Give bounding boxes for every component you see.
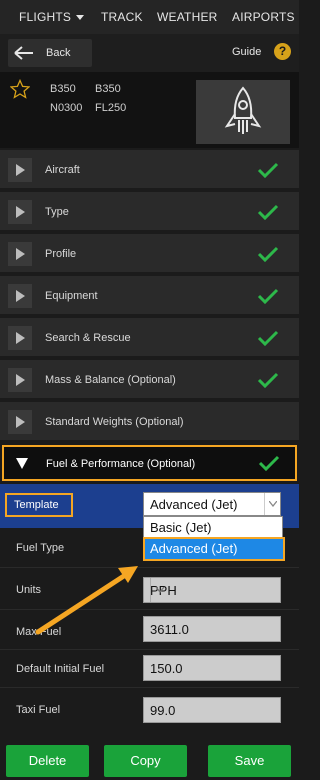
cruise-speed: N0300 [50,102,83,114]
check-icon [257,246,279,265]
units-select[interactable]: PPH [143,577,281,603]
nav-flights-label: FLIGHTS [19,10,72,24]
units-label: Units [16,584,42,596]
flight-summary: B350 B350 N0300 FL250 [0,72,299,148]
max-fuel-label: Max Fuel [16,626,62,638]
section-label: Search & Rescue [45,332,131,344]
expand-icon [8,242,32,266]
divider [0,609,299,610]
check-icon [257,330,279,349]
nav-flights[interactable]: FLIGHTS [19,10,85,24]
back-button[interactable]: Back [8,39,92,67]
section-label: Mass & Balance (Optional) [45,374,176,386]
divider [0,687,299,688]
action-bar: Delete Copy Save [0,742,299,780]
section-label: Profile [45,248,77,260]
caret-down-icon [76,15,85,21]
taxi-fuel-value: 99.0 [150,703,176,718]
guide-label[interactable]: Guide [232,46,261,58]
back-bar: Back Guide ? [0,34,299,72]
save-button[interactable]: Save [208,745,291,777]
expand-icon [8,410,32,434]
section-aircraft[interactable]: Aircraft [0,150,299,190]
help-icon[interactable]: ? [274,43,291,60]
star-icon[interactable] [9,78,31,102]
template-option-basic[interactable]: Basic (Jet) [150,520,211,535]
top-navigation: FLIGHTS TRACK WEATHER AIRPORTS [0,0,299,34]
default-initial-fuel-input[interactable]: 150.0 [143,655,281,681]
expand-icon [8,284,32,308]
section-type[interactable]: Type [0,192,299,232]
taxi-fuel-input[interactable]: 99.0 [143,697,281,723]
nav-weather[interactable]: WEATHER [157,10,218,24]
nav-airports[interactable]: AIRPORTS [232,10,295,24]
section-label: Type [45,206,69,218]
expand-icon [8,368,32,392]
arrow-left-icon [14,46,34,60]
delete-button[interactable]: Delete [6,745,89,777]
default-initial-fuel-label: Default Initial Fuel [16,663,105,675]
template-selected-value: Advanced (Jet) [150,497,238,512]
collapse-icon [16,458,28,472]
template-option-advanced[interactable]: Advanced (Jet) [143,537,285,561]
chevron-down-icon [264,493,280,515]
section-standard-weights[interactable]: Standard Weights (Optional) [0,402,299,442]
section-fuel-performance[interactable]: Fuel & Performance (Optional) [2,445,297,481]
template-option-advanced-label: Advanced (Jet) [150,541,238,556]
back-label: Back [46,47,71,59]
check-icon [257,204,279,223]
aircraft-type-icao: B350 [95,83,121,95]
section-label: Aircraft [45,164,80,176]
flight-level: FL250 [95,102,127,114]
section-label: Equipment [45,290,98,302]
taxi-fuel-label: Taxi Fuel [16,704,61,716]
aircraft-type: B350 [50,83,76,95]
max-fuel-input[interactable]: 3611.0 [143,616,281,642]
check-icon [257,372,279,391]
copy-button[interactable]: Copy [104,745,187,777]
check-icon [257,288,279,307]
section-profile[interactable]: Profile [0,234,299,274]
check-icon [258,455,280,474]
template-label-highlight: Template [5,493,73,517]
fuel-type-label: Fuel Type [16,542,65,554]
max-fuel-value: 3611.0 [150,622,189,637]
divider [0,567,299,568]
section-equipment[interactable]: Equipment [0,276,299,316]
section-mass-balance[interactable]: Mass & Balance (Optional) [0,360,299,400]
expand-icon [8,326,32,350]
section-label: Standard Weights (Optional) [45,416,184,428]
nav-track[interactable]: TRACK [101,10,143,24]
divider [0,649,299,650]
template-select[interactable]: Advanced (Jet) [143,492,281,516]
template-label: Template [14,499,59,511]
expand-icon [8,200,32,224]
default-initial-fuel-value: 150.0 [150,661,183,676]
chevron-down-icon [150,578,168,602]
aircraft-logo [196,80,290,144]
check-icon [257,162,279,181]
section-search-rescue[interactable]: Search & Rescue [0,318,299,358]
expand-icon [8,158,32,182]
template-dropdown-list: Basic (Jet) Advanced (Jet) [143,516,285,561]
section-label: Fuel & Performance (Optional) [46,458,196,470]
